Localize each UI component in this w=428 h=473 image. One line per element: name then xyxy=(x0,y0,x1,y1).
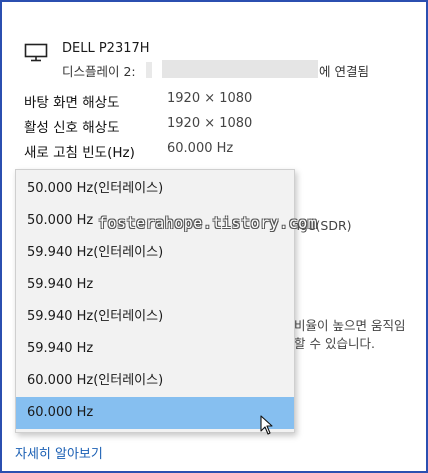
redacted-region xyxy=(146,62,152,78)
monitor-icon xyxy=(24,43,48,62)
display-name: DELL P2317H xyxy=(62,41,150,56)
mouse-cursor-icon xyxy=(260,415,273,435)
connection-prefix: 디스플레이 2: xyxy=(62,64,136,79)
refresh-description-text: 비율이 높으면 움직임 xyxy=(294,318,406,333)
refresh-rate-value: 60.000 Hz xyxy=(167,141,234,156)
connection-suffix: 에 연결됨 xyxy=(319,64,369,79)
refresh-rate-label: 새로 고침 빈도(Hz) xyxy=(24,145,135,161)
active-signal-resolution-label: 활성 신호 해상도 xyxy=(24,120,120,136)
learn-more-link[interactable]: 자세히 알아보기 xyxy=(15,443,103,462)
refresh-option-selected[interactable]: 60.000 Hz xyxy=(16,397,294,429)
desktop-resolution-label: 바탕 화면 해상도 xyxy=(24,95,120,111)
redacted-region xyxy=(162,60,318,78)
refresh-option[interactable]: 59.940 Hz(인터레이스) xyxy=(16,301,294,333)
settings-panel: DELL P2317H 디스플레이 2: 에 연결됨 바탕 화면 해상도 192… xyxy=(0,0,428,473)
active-signal-resolution-value: 1920 × 1080 xyxy=(167,116,253,131)
refresh-option[interactable]: 59.940 Hz xyxy=(16,269,294,301)
watermark: fosterahope.tistory.com xyxy=(98,214,318,232)
desktop-resolution-value: 1920 × 1080 xyxy=(167,91,253,106)
refresh-rate-dropdown[interactable]: 50.000 Hz(인터레이스) 50.000 Hz 59.940 Hz(인터레… xyxy=(15,169,295,433)
refresh-option[interactable]: 50.000 Hz(인터레이스) xyxy=(16,173,294,205)
refresh-description-text: 할 수 있습니다. xyxy=(294,336,375,351)
refresh-option[interactable]: 60.000 Hz(인터레이스) xyxy=(16,365,294,397)
refresh-option[interactable]: 59.940 Hz xyxy=(16,333,294,365)
refresh-option[interactable]: 59.940 Hz(인터레이스) xyxy=(16,237,294,269)
